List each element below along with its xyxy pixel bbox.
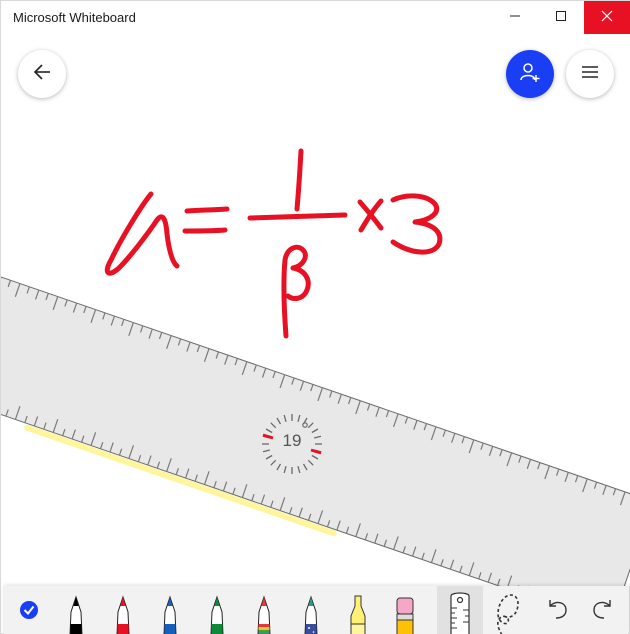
highlighter-tool[interactable] <box>335 586 381 634</box>
three-stroke <box>390 193 443 255</box>
ink-toolbar <box>4 586 628 634</box>
title-bar: Microsoft Whiteboard <box>1 1 630 34</box>
pen-rainbow-tool[interactable] <box>241 586 287 634</box>
person-add-icon <box>519 61 541 88</box>
menu-button[interactable] <box>566 50 614 98</box>
window-title: Microsoft Whiteboard <box>13 10 136 25</box>
undo-button[interactable] <box>534 586 580 634</box>
numerator-one-stroke <box>294 148 304 212</box>
maximize-icon <box>555 9 567 27</box>
pen-green-tool[interactable] <box>194 586 240 634</box>
close-icon <box>601 9 613 27</box>
close-button[interactable] <box>584 1 630 34</box>
ruler-tool[interactable] <box>1 266 630 586</box>
ruler-tool-button[interactable] <box>437 586 483 634</box>
whiteboard-canvas[interactable]: 19 <box>1 34 630 586</box>
pen-galaxy-tool[interactable] <box>288 586 334 634</box>
equals-top-stroke <box>184 206 230 214</box>
back-button[interactable] <box>18 50 66 98</box>
invite-button[interactable] <box>506 50 554 98</box>
ink-mode-toggle[interactable] <box>6 586 52 634</box>
hamburger-icon <box>580 64 600 85</box>
minimize-button[interactable] <box>492 1 538 34</box>
equals-bottom-stroke <box>182 227 228 234</box>
redo-button[interactable] <box>580 586 626 634</box>
alpha-stroke <box>104 191 180 276</box>
eraser-tool[interactable] <box>382 586 428 634</box>
app-window: Microsoft Whiteboard 19 <box>0 0 630 634</box>
pen-black-tool[interactable] <box>53 586 99 634</box>
fraction-bar-stroke <box>247 212 348 221</box>
maximize-button[interactable] <box>538 1 584 34</box>
arrow-left-icon <box>32 62 52 87</box>
minimize-icon <box>509 9 521 27</box>
lasso-tool[interactable] <box>484 586 530 634</box>
handwritten-formula <box>104 148 443 339</box>
ruler-angle-label: 19 <box>282 431 302 450</box>
ruler-body <box>1 266 630 586</box>
pen-blue-tool[interactable] <box>147 586 193 634</box>
pen-red-tool[interactable] <box>100 586 146 634</box>
beta-stroke <box>281 244 311 339</box>
ink-layer <box>1 148 630 586</box>
